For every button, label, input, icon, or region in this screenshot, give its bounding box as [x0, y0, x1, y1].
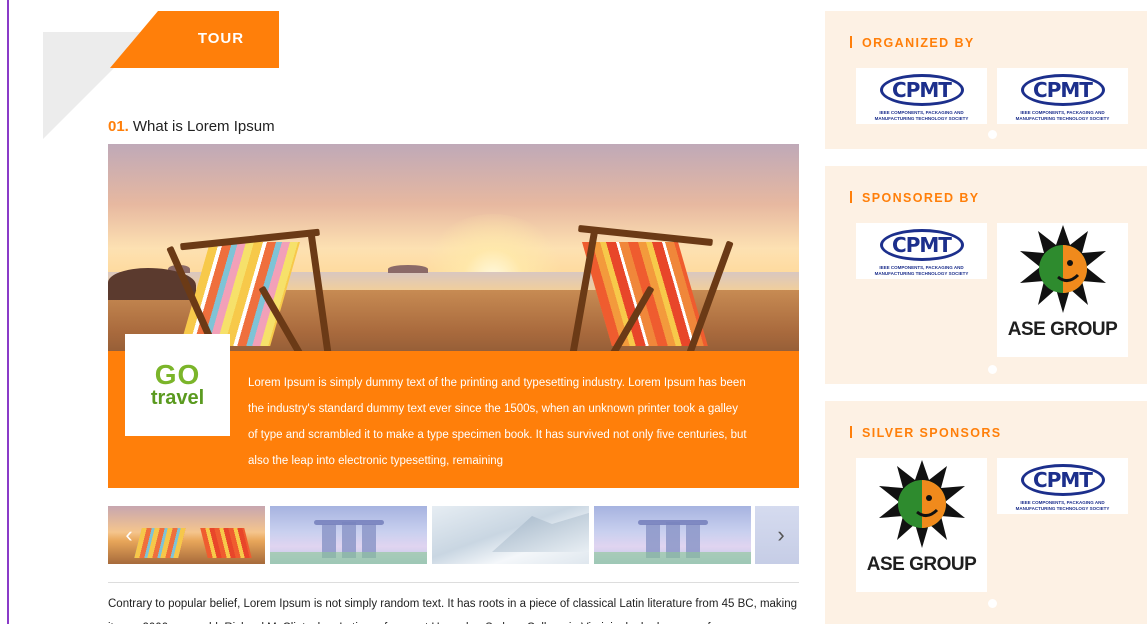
cpmt-logo[interactable]: CPMT IEEE COMPONENTS, PACKAGING AND MANU…	[997, 458, 1128, 514]
thumb-skypark	[638, 520, 708, 525]
go-travel-logo: GO travel	[125, 334, 230, 436]
carousel-dot[interactable]	[988, 599, 997, 608]
sponsored-by-card: SPONSORED BY CPMT IEEE COMPONENTS, PACKA…	[825, 166, 1147, 384]
ase-group-label: ASE GROUP	[1007, 319, 1118, 340]
title-bar	[850, 36, 852, 48]
ase-group-logo[interactable]: ASE GROUP	[856, 458, 987, 592]
hero-image: GO travel Lorem Ipsum is simply dummy te…	[108, 144, 799, 488]
ase-group-logo[interactable]: ASE GROUP	[997, 223, 1128, 357]
section-title-text: What is Lorem Ipsum	[132, 118, 275, 135]
thumb-mountain	[492, 512, 589, 552]
organized-by-title: ORGANIZED BY	[850, 36, 975, 50]
chevron-left-icon[interactable]: ‹	[116, 506, 142, 564]
title-bar	[850, 426, 852, 438]
body-paragraph: Contrary to popular belief, Lorem Ipsum …	[108, 598, 798, 624]
tour-tab[interactable]: TOUR	[110, 11, 279, 68]
section-number: 01.	[108, 118, 129, 135]
cpmt-logo-mark: CPMT	[1020, 464, 1105, 496]
cpmt-logo[interactable]: CPMT IEEE COMPONENTS, PACKAGING AND MANU…	[856, 68, 987, 124]
ase-starburst-icon	[1019, 225, 1106, 313]
cpmt-logo-mark: CPMT	[879, 229, 964, 261]
page-left-border	[7, 0, 9, 624]
thumb-garden	[270, 552, 427, 564]
chevron-right-icon[interactable]: ›	[768, 506, 794, 564]
organized-by-card: ORGANIZED BY CPMT IEEE COMPONENTS, PACKA…	[825, 11, 1147, 149]
hero-description: Lorem Ipsum is simply dummy text of the …	[248, 377, 747, 467]
go-travel-logo-go: GO	[154, 359, 201, 390]
cpmt-logo[interactable]: CPMT IEEE COMPONENTS, PACKAGING AND MANU…	[856, 223, 987, 279]
sponsored-by-title: SPONSORED BY	[850, 191, 980, 205]
silver-sponsors-title-text: SILVER SPONSORS	[862, 426, 1002, 440]
cpmt-logo[interactable]: CPMT IEEE COMPONENTS, PACKAGING AND MANU…	[997, 68, 1128, 124]
carousel-dot[interactable]	[988, 130, 997, 139]
thumb-chair	[200, 528, 252, 558]
cpmt-logo-caption: IEEE COMPONENTS, PACKAGING AND MANUFACTU…	[874, 265, 969, 276]
thumb-skypark	[314, 520, 384, 525]
silver-sponsors-title: SILVER SPONSORS	[850, 426, 1002, 440]
cpmt-logo-caption: IEEE COMPONENTS, PACKAGING AND MANUFACTU…	[874, 110, 969, 121]
title-bar	[850, 191, 852, 203]
organized-by-title-text: ORGANIZED BY	[862, 36, 975, 50]
carousel-dot[interactable]	[988, 365, 997, 374]
thumbnail-marina-bay-city[interactable]	[270, 506, 427, 564]
cpmt-logo-caption: IEEE COMPONENTS, PACKAGING AND MANUFACTU…	[1015, 110, 1110, 121]
cpmt-logo-mark: CPMT	[1020, 74, 1105, 106]
go-travel-logo-travel: travel	[150, 387, 205, 409]
silver-sponsors-card: SILVER SPONSORS ASE GROUP CPMT IEEE COMP…	[825, 401, 1147, 624]
sponsored-by-title-text: SPONSORED BY	[862, 191, 980, 205]
content-divider	[108, 582, 799, 583]
thumbnail-strip: ‹ ›	[108, 506, 799, 564]
thumb-garden	[594, 552, 751, 564]
beach-chair-right	[528, 222, 734, 362]
hero-island	[388, 265, 428, 273]
section-title: 01. What is Lorem Ipsum	[108, 118, 275, 135]
thumbnail-marina-bay-city[interactable]	[594, 506, 751, 564]
ase-starburst-icon	[878, 460, 965, 548]
cpmt-logo-mark: CPMT	[879, 74, 964, 106]
chair-frame	[307, 230, 332, 356]
thumbnail-snowy-mountain[interactable]	[432, 506, 589, 564]
ase-group-label: ASE GROUP	[866, 554, 977, 575]
cpmt-logo-caption: IEEE COMPONENTS, PACKAGING AND MANUFACTU…	[1015, 500, 1110, 511]
